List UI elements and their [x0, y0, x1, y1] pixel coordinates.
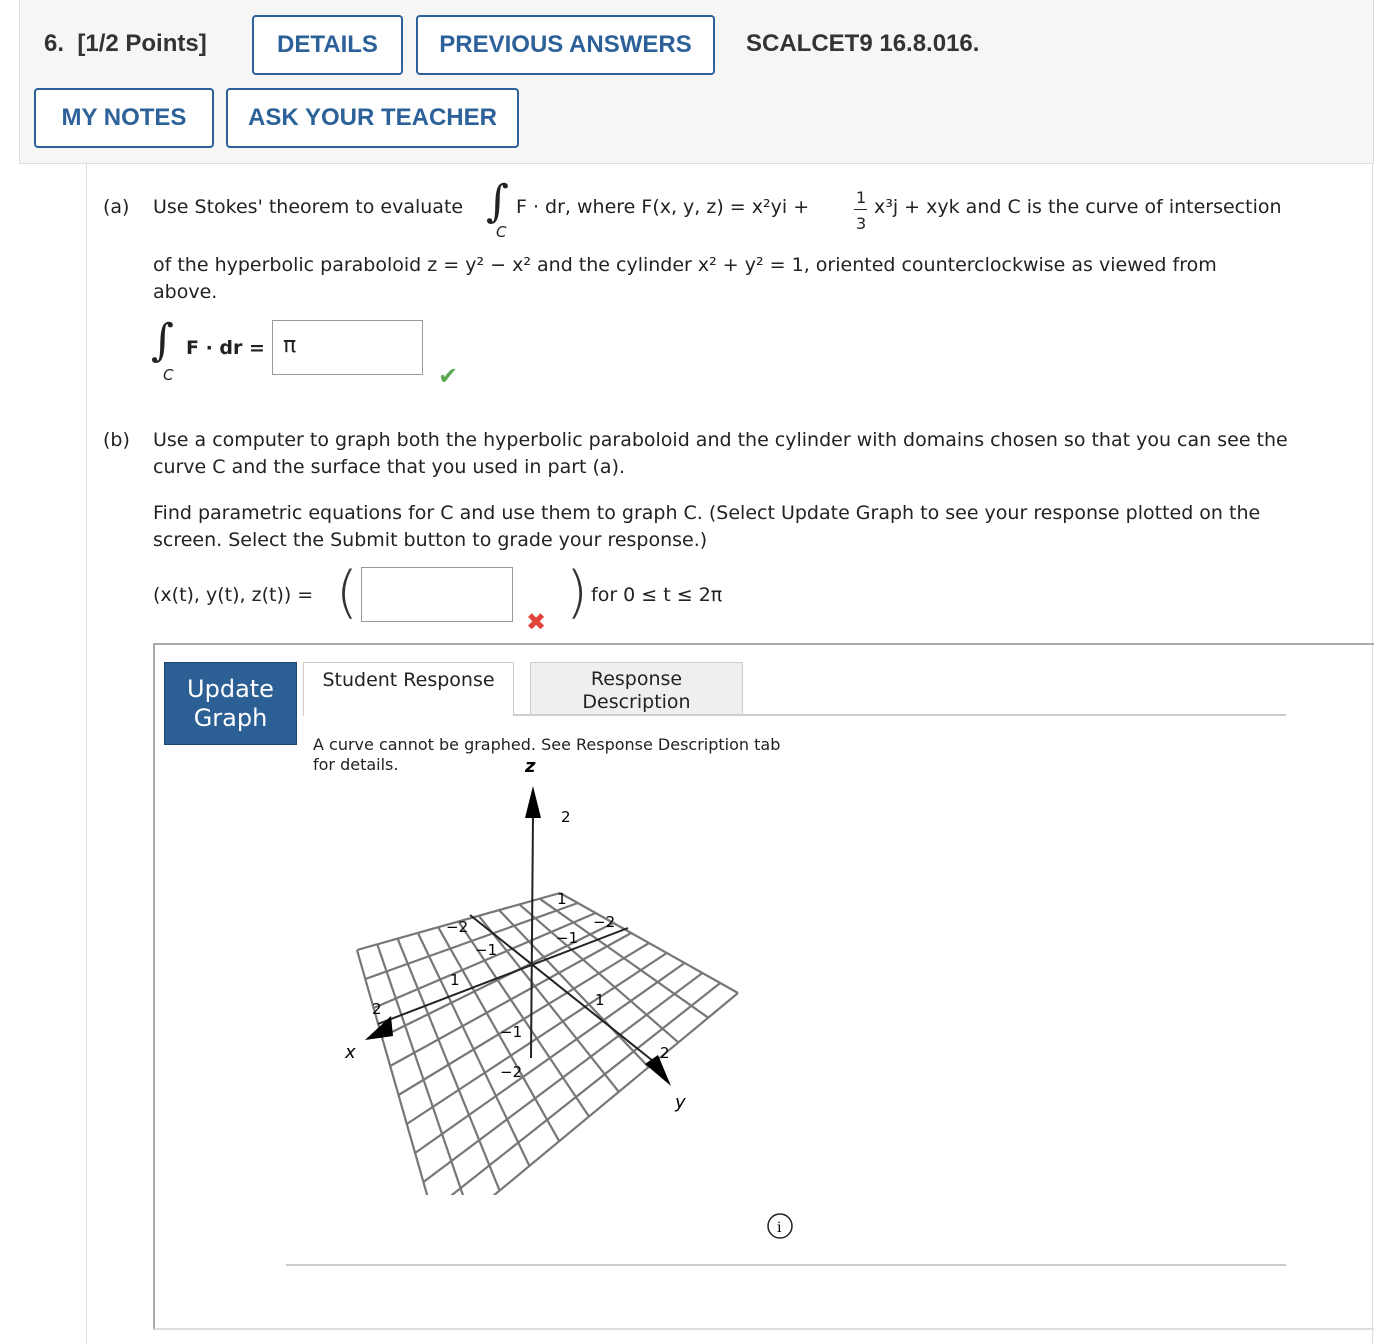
x-axis-arrow: [365, 1016, 393, 1040]
y-tick-label: 2: [660, 1044, 670, 1062]
3d-plot[interactable]: z x y 2 1 −1 −2 2 1 −1 −2 2 1 −1 −2 i: [0, 0, 1374, 1344]
y-tick-label: −1: [556, 929, 578, 947]
z-tick-label: −1: [500, 1023, 522, 1041]
grid-line: [397, 942, 650, 1096]
x-tick-label: 1: [450, 971, 460, 989]
x-tick-label: 2: [372, 1000, 382, 1018]
z-axis-label: z: [524, 756, 536, 777]
x-tick-label: −1: [475, 941, 497, 959]
info-icon-glyph: i: [777, 1220, 782, 1236]
y-tick-label: −2: [593, 913, 615, 931]
z-axis: [530, 814, 534, 1059]
z-tick-label: 1: [557, 890, 567, 908]
y-tick-label: 1: [595, 991, 605, 1009]
y-axis-label: y: [674, 1092, 686, 1113]
z-tick-label: 2: [561, 808, 571, 826]
x-axis-label: x: [344, 1042, 356, 1063]
grid-line: [422, 972, 704, 1183]
z-axis-arrow: [525, 786, 541, 818]
x-tick-label: −2: [446, 918, 468, 936]
z-tick-label: −2: [500, 1063, 522, 1081]
grid-line: [539, 897, 709, 1019]
